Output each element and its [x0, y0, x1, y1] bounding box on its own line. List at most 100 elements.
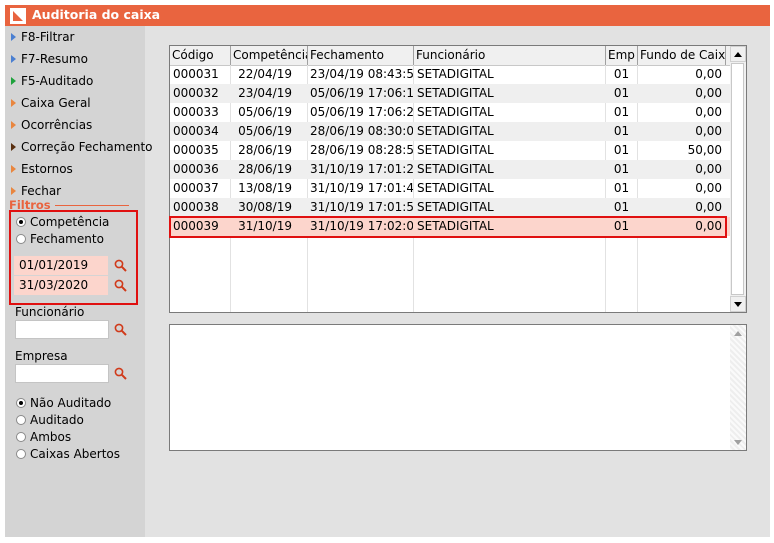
scroll-down-button[interactable]	[730, 296, 746, 312]
search-icon	[114, 367, 127, 380]
cell-funcionario: SETADIGITAL	[417, 162, 494, 176]
main-window: F8-Filtrar F7-Resumo F5-Auditado Caixa G…	[5, 26, 770, 537]
green-arrow-icon	[11, 77, 16, 85]
column-header-competencia[interactable]: Competência	[231, 46, 308, 65]
cell-emp: 01	[613, 200, 630, 214]
cell-fechamento: 05/06/19 17:06:10	[310, 86, 413, 100]
table-row[interactable]: 000034 05/06/19 28/06/19 08:30:05 SETADI…	[170, 122, 730, 141]
radio-label: Ambos	[30, 430, 72, 444]
grid-header: Código Competência Fechamento Funcionári…	[170, 46, 730, 66]
cell-funcionario: SETADIGITAL	[417, 200, 494, 214]
cell-emp: 01	[613, 162, 630, 176]
cell-emp: 01	[613, 124, 630, 138]
table-row[interactable]: 000031 22/04/19 23/04/19 08:43:55 SETADI…	[170, 65, 730, 84]
arrow-down-icon	[734, 439, 742, 445]
column-header-emp[interactable]: Emp	[606, 46, 638, 65]
cell-fundo-de-caixa: 0,00	[695, 86, 722, 100]
scroll-thumb[interactable]	[731, 63, 744, 295]
menu-item-f5-auditado[interactable]: F5-Auditado	[11, 72, 93, 90]
grid-vertical-scrollbar[interactable]	[730, 46, 746, 312]
cell-funcionario: SETADIGITAL	[417, 124, 494, 138]
empresa-search-button[interactable]	[111, 364, 129, 383]
orange-arrow-icon	[11, 99, 16, 107]
menu-item-label: Correção Fechamento	[21, 140, 153, 154]
cell-fechamento: 23/04/19 08:43:55	[310, 67, 413, 81]
table-row[interactable]: 000035 28/06/19 28/06/19 08:28:51 SETADI…	[170, 141, 730, 160]
menu-item-ocorrencias[interactable]: Ocorrências	[11, 116, 92, 134]
column-header-codigo[interactable]: Código	[170, 46, 231, 65]
blue-arrow-icon	[11, 33, 16, 41]
arrow-up-icon	[734, 330, 742, 336]
cell-competencia: 28/06/19	[238, 143, 292, 157]
menu-item-f8-filtrar[interactable]: F8-Filtrar	[11, 28, 75, 46]
cell-codigo: 000034	[173, 124, 219, 138]
radio-unchecked-icon	[16, 449, 26, 459]
memo-scroll-up-button[interactable]	[730, 325, 746, 341]
menu-item-f7-resumo[interactable]: F7-Resumo	[11, 50, 88, 68]
cell-fundo-de-caixa: 0,00	[695, 162, 722, 176]
orange-arrow-icon	[11, 187, 16, 195]
funcionario-field[interactable]	[15, 320, 109, 339]
arrow-up-icon	[734, 51, 742, 57]
orange-arrow-icon	[11, 165, 16, 173]
cell-emp: 01	[613, 86, 630, 100]
cell-codigo: 000035	[173, 143, 219, 157]
funcionario-search-button[interactable]	[111, 320, 129, 339]
cell-competencia: 23/04/19	[238, 86, 292, 100]
menu-item-label: F7-Resumo	[21, 52, 88, 66]
radio-checked-icon	[16, 398, 26, 408]
cell-competencia: 13/08/19	[238, 181, 292, 195]
column-header-funcionario[interactable]: Funcionário	[414, 46, 606, 65]
table-row[interactable]: 000036 28/06/19 31/10/19 17:01:29 SETADI…	[170, 160, 730, 179]
radio-auditado[interactable]: Auditado	[16, 412, 84, 428]
arrow-down-icon	[734, 301, 742, 307]
menu-item-label: Caixa Geral	[21, 96, 91, 110]
cell-funcionario: SETADIGITAL	[417, 86, 494, 100]
cell-fundo-de-caixa: 50,00	[687, 143, 722, 157]
details-memo[interactable]	[169, 324, 747, 451]
cell-fechamento: 31/10/19 17:01:52	[310, 200, 413, 214]
window-title: Auditoria do caixa	[32, 7, 161, 22]
empresa-label: Empresa	[15, 349, 68, 363]
filtros-divider	[55, 205, 129, 206]
cell-fundo-de-caixa: 0,00	[695, 105, 722, 119]
column-header-fundo-de-caixa[interactable]: Fundo de Caixa	[638, 46, 726, 65]
cell-competencia: 05/06/19	[238, 105, 292, 119]
cell-codigo: 000033	[173, 105, 219, 119]
funcionario-label: Funcionário	[15, 305, 85, 319]
cell-fechamento: 31/10/19 17:01:40	[310, 181, 413, 195]
cell-funcionario: SETADIGITAL	[417, 181, 494, 195]
menu-item-label: Ocorrências	[21, 118, 93, 132]
table-row[interactable]: 000037 13/08/19 31/10/19 17:01:40 SETADI…	[170, 179, 730, 198]
empresa-field[interactable]	[15, 364, 109, 383]
memo-scroll-down-button[interactable]	[730, 434, 746, 450]
highlight-box-selected-row	[169, 216, 727, 238]
cell-codigo: 000031	[173, 67, 219, 81]
scroll-up-button[interactable]	[730, 46, 746, 62]
cell-funcionario: SETADIGITAL	[417, 67, 494, 81]
menu-item-caixa-geral[interactable]: Caixa Geral	[11, 94, 91, 112]
cell-fundo-de-caixa: 0,00	[695, 67, 722, 81]
radio-caixas-abertos[interactable]: Caixas Abertos	[16, 446, 120, 462]
memo-vertical-scrollbar[interactable]	[730, 325, 746, 450]
table-row[interactable]: 000038 30/08/19 31/10/19 17:01:52 SETADI…	[170, 198, 730, 217]
cell-fundo-de-caixa: 0,00	[695, 124, 722, 138]
table-row[interactable]: 000032 23/04/19 05/06/19 17:06:10 SETADI…	[170, 84, 730, 103]
radio-nao-auditado[interactable]: Não Auditado	[16, 395, 111, 411]
cell-emp: 01	[613, 105, 630, 119]
title-bar: Auditoria do caixa	[5, 5, 770, 26]
app-logo-icon	[10, 8, 26, 24]
cell-codigo: 000037	[173, 181, 219, 195]
caixa-grid[interactable]: Código Competência Fechamento Funcionári…	[169, 45, 747, 313]
cell-emp: 01	[613, 67, 630, 81]
menu-item-correcao-fechamento[interactable]: Correção Fechamento	[11, 138, 153, 156]
table-row[interactable]: 000033 05/06/19 05/06/19 17:06:21 SETADI…	[170, 103, 730, 122]
menu-item-label: F5-Auditado	[21, 74, 94, 88]
radio-ambos[interactable]: Ambos	[16, 429, 71, 445]
cell-competencia: 28/06/19	[238, 162, 292, 176]
menu-item-estornos[interactable]: Estornos	[11, 160, 73, 178]
menu-item-label: Estornos	[21, 162, 73, 176]
cell-codigo: 000032	[173, 86, 219, 100]
column-header-fechamento[interactable]: Fechamento	[308, 46, 414, 65]
cell-fundo-de-caixa: 0,00	[695, 181, 722, 195]
